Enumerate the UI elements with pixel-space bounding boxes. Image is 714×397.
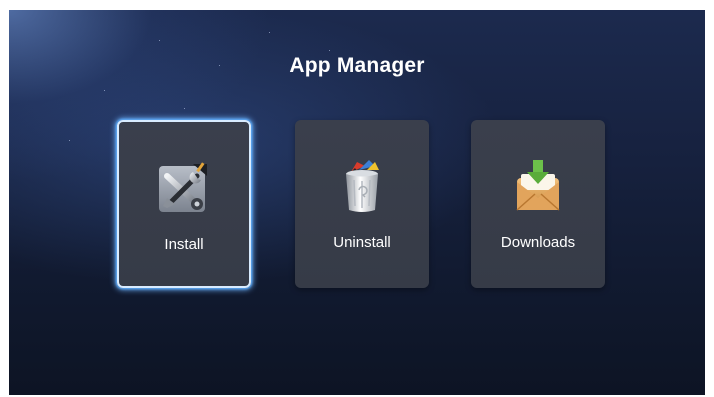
- background-star: [184, 108, 185, 109]
- tools-icon: [159, 162, 207, 212]
- uninstall-label: Uninstall: [333, 234, 391, 251]
- page-title: App Manager: [289, 54, 425, 77]
- background-star: [329, 50, 330, 51]
- background-star: [69, 140, 70, 141]
- downloads-tile[interactable]: Downloads: [471, 120, 605, 288]
- downloads-label: Downloads: [500, 234, 576, 251]
- download-box-icon: [516, 160, 560, 211]
- trash-can-icon: [346, 160, 379, 212]
- background-star: [269, 32, 270, 33]
- background-star: [159, 40, 160, 41]
- install-label: Install: [164, 236, 204, 253]
- uninstall-tile[interactable]: Uninstall: [295, 120, 429, 288]
- background-star: [104, 90, 105, 91]
- install-tile[interactable]: Install: [117, 120, 251, 288]
- app-manager-screen: App Manager Install Uninstall Downloads: [9, 10, 705, 395]
